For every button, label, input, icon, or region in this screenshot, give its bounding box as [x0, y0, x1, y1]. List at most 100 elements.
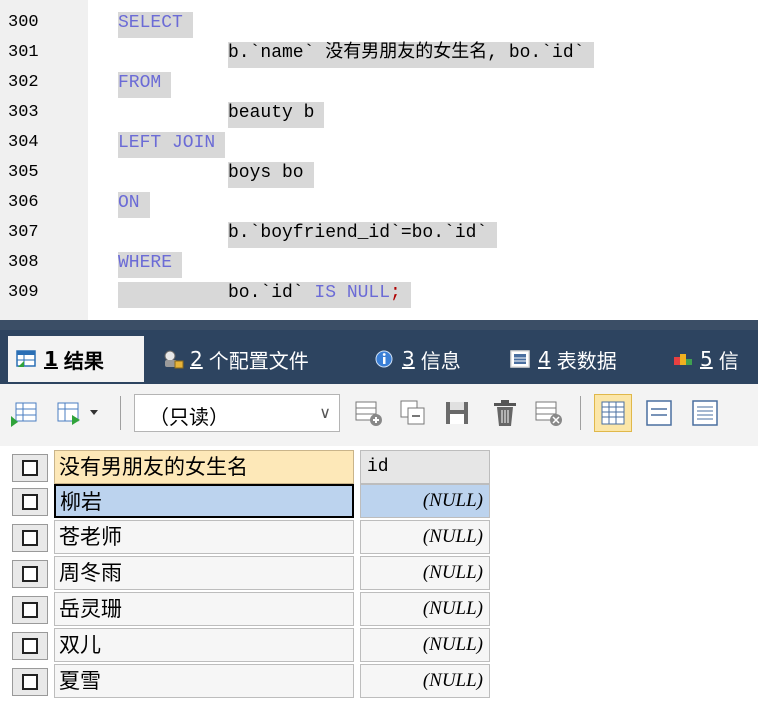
sql-text-mixed: bo.`id` IS NULL; [118, 282, 411, 308]
tab-info[interactable]: 3 信息 [366, 336, 461, 382]
code-line[interactable]: 302 FROM [0, 68, 758, 98]
export-icon[interactable] [10, 398, 40, 428]
info-icon [374, 349, 394, 369]
history-icon [672, 349, 692, 369]
tab-history[interactable]: 5 信 [664, 336, 739, 382]
code-line[interactable]: 300 SELECT [0, 8, 758, 38]
sql-semicolon: ; [390, 283, 401, 303]
table-row[interactable]: 双儿 (NULL) [8, 626, 492, 662]
toolbar-separator [580, 396, 581, 430]
tab-number: 5 [700, 347, 713, 371]
sql-keyword: FROM [118, 72, 172, 98]
table-row[interactable]: 柳岩 (NULL) [8, 482, 492, 518]
line-number: 309 [8, 283, 39, 302]
line-number: 303 [8, 103, 39, 122]
tab-profile[interactable]: 2 个配置文件 [154, 336, 309, 382]
table-row[interactable]: 苍老师 (NULL) [8, 518, 492, 554]
row-checkbox[interactable] [12, 488, 48, 516]
line-number: 308 [8, 253, 39, 272]
line-number: 304 [8, 133, 39, 152]
row-checkbox[interactable] [12, 524, 48, 552]
toolbar-separator [120, 396, 121, 430]
row-checkbox[interactable] [12, 596, 48, 624]
mode-select-value: （只读） [149, 405, 229, 429]
table-cell[interactable]: 夏雪 [54, 664, 354, 698]
text-view-icon[interactable] [690, 398, 720, 428]
table-cell[interactable]: 柳岩 [54, 484, 354, 518]
sql-keyword: SELECT [118, 12, 193, 38]
refresh-icon[interactable] [534, 398, 564, 428]
read-only-mode-select[interactable]: （只读） ∨ [134, 394, 340, 432]
save-icon[interactable] [442, 398, 472, 428]
tab-table-data[interactable]: 4 表数据 [502, 336, 617, 382]
table-cell[interactable]: (NULL) [360, 592, 490, 626]
line-number: 302 [8, 73, 39, 92]
panel-splitter[interactable] [0, 320, 758, 330]
result-grid-icon [16, 349, 36, 369]
table-data-icon [510, 349, 530, 369]
code-line[interactable]: 303 beauty b [0, 98, 758, 128]
tab-number: 4 [538, 347, 551, 371]
tab-label: 信息 [420, 348, 461, 373]
code-line[interactable]: 306 ON [0, 188, 758, 218]
sql-text: b.`name` 没有男朋友的女生名, bo.`id` [228, 42, 595, 68]
code-line[interactable]: 308 WHERE [0, 248, 758, 278]
sql-text: beauty b [228, 102, 325, 128]
select-all-checkbox[interactable] [12, 454, 48, 482]
row-checkbox[interactable] [12, 560, 48, 588]
line-number: 301 [8, 43, 39, 62]
sql-keyword: IS NULL [314, 283, 391, 303]
form-view-icon[interactable] [644, 398, 674, 428]
table-cell[interactable]: (NULL) [360, 484, 490, 518]
result-grid: 没有男朋友的女生名 id 柳岩 (NULL) 苍老师 (NULL) 周冬雨 (N… [0, 446, 758, 715]
tab-number: 3 [402, 347, 415, 371]
tab-results[interactable]: 1 结果 [8, 336, 144, 382]
table-row[interactable]: 岳灵珊 (NULL) [8, 590, 492, 626]
result-tab-bar: 1 结果 2 个配置文件 3 信息 4 表数据 5 信 [0, 330, 758, 384]
table-cell[interactable]: 双儿 [54, 628, 354, 662]
row-checkbox[interactable] [12, 668, 48, 696]
sql-text: b.`boyfriend_id`=bo.`id` [228, 222, 498, 248]
code-line[interactable]: 309 bo.`id` IS NULL; [0, 278, 758, 308]
line-number: 305 [8, 163, 39, 182]
code-line[interactable]: 304 LEFT JOIN [0, 128, 758, 158]
line-number: 306 [8, 193, 39, 212]
grid-view-icon[interactable] [594, 394, 632, 432]
duplicate-row-icon[interactable] [398, 398, 428, 428]
result-toolbar: （只读） ∨ [0, 384, 758, 447]
tab-label: 表数据 [556, 348, 617, 373]
table-cell[interactable]: (NULL) [360, 664, 490, 698]
table-cell[interactable]: (NULL) [360, 556, 490, 590]
sql-keyword: WHERE [118, 252, 183, 278]
tab-label: 信 [718, 348, 739, 373]
tab-label: 个配置文件 [208, 348, 309, 373]
table-header-row: 没有男朋友的女生名 id [8, 448, 492, 484]
tab-label: 结果 [63, 348, 104, 373]
row-checkbox[interactable] [12, 632, 48, 660]
sql-text: bo.`id` [228, 283, 315, 303]
line-number: 307 [8, 223, 39, 242]
code-line[interactable]: 307 b.`boyfriend_id`=bo.`id` [0, 218, 758, 248]
table-cell[interactable]: 周冬雨 [54, 556, 354, 590]
import-dropdown-icon[interactable] [56, 398, 106, 428]
line-number: 300 [8, 13, 39, 32]
tab-number: 1 [44, 347, 58, 371]
tab-number: 2 [190, 347, 203, 371]
table-cell[interactable]: 岳灵珊 [54, 592, 354, 626]
sql-text: boys bo [228, 162, 314, 188]
table-cell[interactable]: (NULL) [360, 520, 490, 554]
table-row[interactable]: 夏雪 (NULL) [8, 662, 492, 698]
insert-row-icon[interactable] [354, 398, 384, 428]
sql-keyword: LEFT JOIN [118, 132, 226, 158]
chevron-down-icon: ∨ [319, 403, 331, 422]
column-header[interactable]: id [360, 450, 490, 484]
sql-editor[interactable]: 300 SELECT 301 b.`name` 没有男朋友的女生名, bo.`i… [0, 0, 758, 320]
table-cell[interactable]: (NULL) [360, 628, 490, 662]
column-header[interactable]: 没有男朋友的女生名 [54, 450, 354, 484]
profile-icon [162, 349, 184, 369]
table-cell[interactable]: 苍老师 [54, 520, 354, 554]
code-line[interactable]: 301 b.`name` 没有男朋友的女生名, bo.`id` [0, 38, 758, 68]
table-row[interactable]: 周冬雨 (NULL) [8, 554, 492, 590]
delete-icon[interactable] [490, 398, 520, 428]
code-line[interactable]: 305 boys bo [0, 158, 758, 188]
